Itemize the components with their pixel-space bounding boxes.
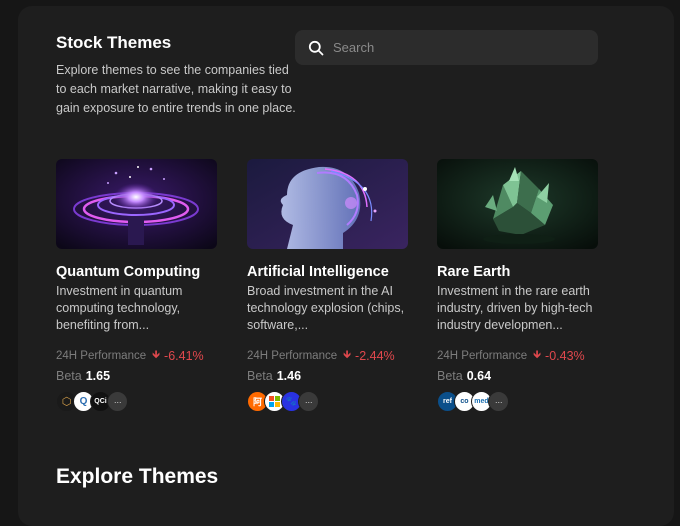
- arrow-down-icon: 🡻: [343, 349, 352, 361]
- performance-label: 24H Performance: [56, 349, 147, 362]
- performance-label: 24H Performance: [437, 349, 528, 362]
- company-logos: ⬡ Q QCi ···: [56, 391, 218, 413]
- card-description: Investment in the rare earth industry, d…: [437, 284, 593, 332]
- search-input[interactable]: [333, 40, 583, 55]
- beta-row: Beta 0.64: [437, 369, 599, 383]
- card-description: Investment in quantum computing technolo…: [56, 284, 183, 332]
- page-title: Stock Themes: [56, 33, 172, 52]
- more-logos-button[interactable]: ···: [298, 391, 319, 412]
- performance-value: -0.43%: [545, 348, 585, 363]
- card-title: Rare Earth: [437, 264, 511, 280]
- performance-row: 24H Performance 🡻 -6.41%: [56, 346, 218, 365]
- card-title: Artificial Intelligence: [247, 264, 389, 280]
- performance-row: 24H Performance 🡻 -0.43%: [437, 346, 599, 365]
- artificial-intelligence-image: [247, 159, 408, 249]
- theme-card-rare-earth[interactable]: Rare Earth Investment in the rare earth …: [437, 159, 599, 413]
- company-logos: ref co med ···: [437, 391, 599, 413]
- arrow-down-icon: 🡻: [152, 349, 161, 361]
- card-title: Quantum Computing: [56, 264, 201, 280]
- beta-label: Beta: [437, 369, 463, 383]
- performance-value: -6.41%: [164, 348, 204, 363]
- company-logos: 阿 🐾 ···: [247, 391, 409, 413]
- theme-card-quantum-computing[interactable]: Quantum Computing Investment in quantum …: [56, 159, 218, 413]
- beta-row: Beta 1.65: [56, 369, 218, 383]
- rare-earth-image: [437, 159, 598, 249]
- performance-value: -2.44%: [355, 348, 395, 363]
- search-bar[interactable]: [295, 30, 598, 65]
- theme-card-artificial-intelligence[interactable]: Artificial Intelligence Broad investment…: [247, 159, 409, 413]
- beta-label: Beta: [56, 369, 82, 383]
- more-logos-button[interactable]: ···: [107, 391, 128, 412]
- more-logos-button[interactable]: ···: [488, 391, 509, 412]
- beta-value: 1.46: [276, 369, 302, 383]
- explore-themes-heading: Explore Themes: [56, 465, 219, 488]
- quantum-computing-image: [56, 159, 217, 249]
- beta-label: Beta: [247, 369, 273, 383]
- beta-value: 0.64: [466, 369, 492, 383]
- page-description: Explore themes to see the companies tied…: [56, 63, 296, 115]
- beta-row: Beta 1.46: [247, 369, 409, 383]
- performance-label: 24H Performance: [247, 349, 338, 362]
- performance-row: 24H Performance 🡻 -2.44%: [247, 346, 409, 365]
- arrow-down-icon: 🡻: [533, 349, 542, 361]
- card-description: Broad investment in the AI technology ex…: [247, 284, 405, 332]
- beta-value: 1.65: [85, 369, 111, 383]
- microsoft-icon: [269, 396, 280, 407]
- search-icon: [308, 40, 324, 55]
